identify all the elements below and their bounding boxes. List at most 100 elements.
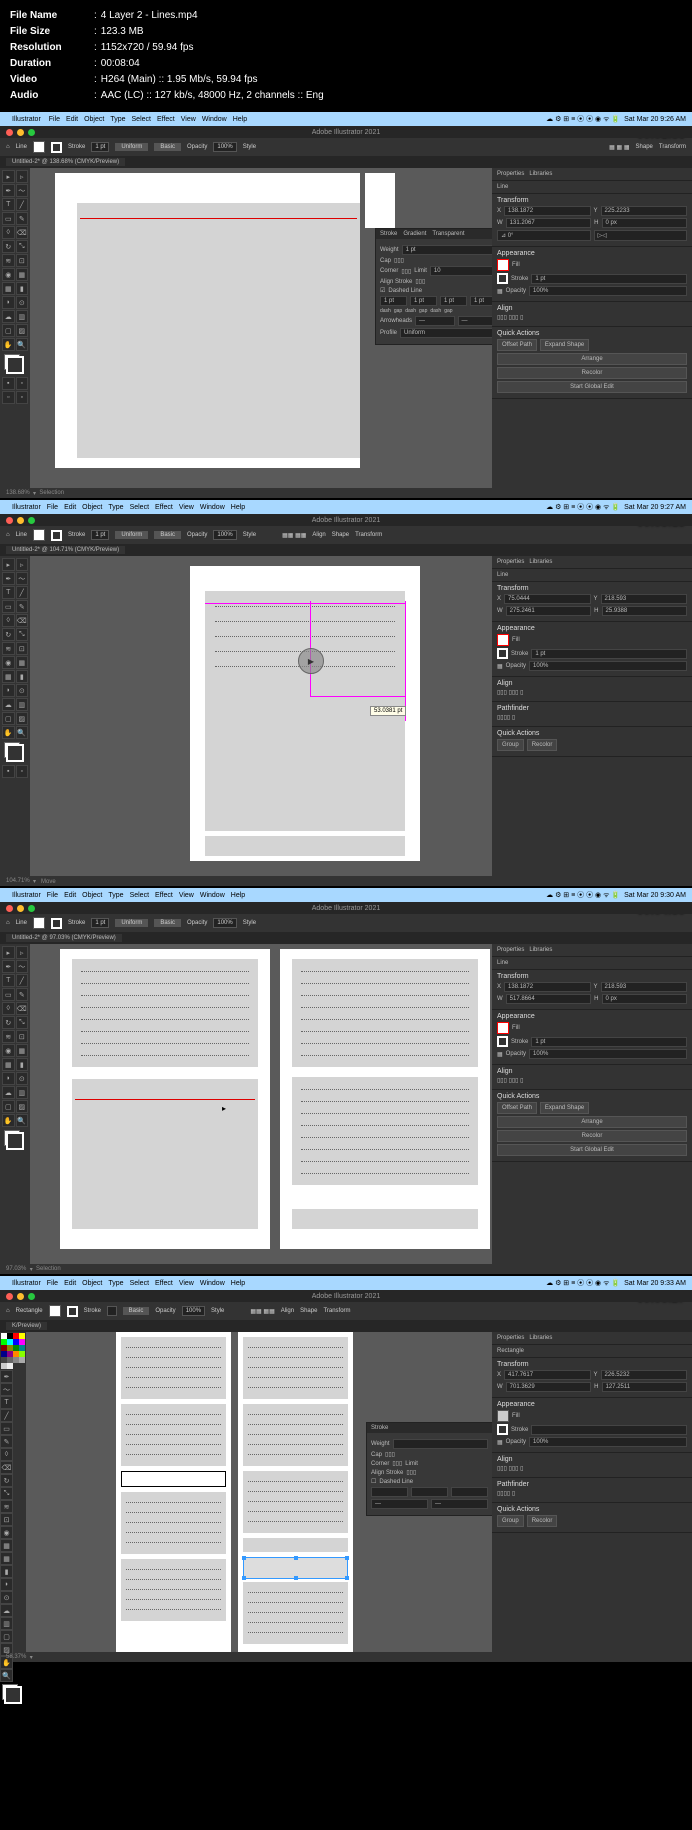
properties-panel[interactable]: Properties Libraries Line Transform X138… [492,168,692,488]
global-edit-button[interactable]: Start Global Edit [497,381,687,393]
canvas[interactable]: ▸ [30,944,492,1264]
mac-menubar[interactable]: Illustrator FileEditObjectTypeSelectEffe… [0,112,692,126]
swatch-palette[interactable] [0,1332,28,1370]
selected-line[interactable] [80,218,357,219]
toolbar-with-swatches[interactable]: ✒～ T╱ ▭✎ ◊⌫ ↻⤡ ≋⊡ ◉▦ ▦▮ ◗⊙ ☁▥ ▢▨ ✋🔍 [0,1332,26,1652]
scale-tool[interactable]: ⤡ [16,240,29,253]
selected-rect[interactable] [243,1557,348,1579]
offset-path-button[interactable]: Offset Path [497,339,537,351]
blend-tool[interactable]: ⊙ [16,296,29,309]
width-tool[interactable]: ≋ [2,254,15,267]
recolor-button[interactable]: Recolor [527,739,558,751]
slice-tool[interactable]: ▨ [16,324,29,337]
transparent-tab[interactable]: Transparent [432,231,464,237]
close-icon[interactable] [6,129,13,136]
canvas[interactable]: Stroke Weight Cap▯▯▯ Corner▯▯▯Limit Alig… [26,1332,492,1652]
free-transform-tool[interactable]: ⊡ [16,254,29,267]
properties-panel[interactable]: Properties Libraries Rectangle Transform… [492,1332,692,1652]
opacity-input[interactable]: 100% [213,142,236,152]
home-icon[interactable]: ⌂ [6,532,10,538]
stroke-tab[interactable]: Stroke [380,231,397,237]
expand-shape-button[interactable]: Expand Shape [540,339,589,351]
dashed-checkbox[interactable]: ☑ [380,287,385,294]
arrange-button[interactable]: Arrange [497,353,687,365]
shaper-tool[interactable]: ◊ [2,226,15,239]
home-icon[interactable]: ⌂ [6,1308,10,1314]
control-bar[interactable]: ⌂ Rectangle Stroke Basic Opacity100% Sty… [0,1302,692,1320]
fill-stroke-indicator[interactable] [4,354,24,374]
color-mode[interactable]: ▪ [2,377,15,390]
recolor-button[interactable]: Recolor [497,367,687,379]
minimize-icon[interactable] [17,517,24,524]
y-input[interactable]: 225.2233 [601,206,687,216]
stroke-panel[interactable]: Stroke Weight Cap▯▯▯ Corner▯▯▯Limit Alig… [366,1422,492,1516]
doc-tab[interactable]: Untitled-2* @ 97.03% (CMYK/Preview) [0,932,692,944]
shape-builder-tool[interactable]: ◉ [2,268,15,281]
direct-select-tool[interactable]: ▹ [16,170,29,183]
toolbar[interactable]: ▸▹ ✒～ T╱ ▭✎ ◊⌫ ↻⤡ ≋⊡ ◉▦ ▦▮ ◗⊙ ☁▥ ▢▨ ✋🔍 ▪… [0,556,30,876]
mac-menubar[interactable]: IllustratorFileEditObjectTypeSelectEffec… [0,500,692,514]
fill-swatch[interactable] [497,259,509,271]
doc-tab[interactable]: K/Preview) [0,1320,692,1332]
align-stroke-buttons[interactable]: ▯▯▯ [415,278,425,285]
maximize-icon[interactable] [28,517,35,524]
gradient-tab[interactable]: Gradient [403,231,426,237]
selected-line[interactable] [75,1099,255,1100]
artboard-tool[interactable]: ▢ [2,324,15,337]
canvas[interactable]: 53.0381 pt [30,556,492,876]
properties-panel[interactable]: Properties Libraries Line Transform X138… [492,944,692,1264]
app-menu[interactable]: IllustratorFileEditObjectTypeSelectEffec… [12,1280,251,1287]
align-buttons[interactable]: ▯▯▯ ▯▯▯ ▯ [497,314,687,321]
stroke-input[interactable]: 1 pt [91,142,109,152]
white-rect[interactable] [121,1471,226,1487]
stroke-swatch[interactable] [497,273,508,284]
group-button[interactable]: Group [497,739,524,751]
close-icon[interactable] [6,517,13,524]
app-menu[interactable]: Illustrator FileEditObjectTypeSelectEffe… [12,116,253,123]
fill-swatch[interactable] [33,141,45,153]
mac-menubar[interactable]: IllustratorFileEditObjectTypeSelectEffec… [0,888,692,902]
toolbar[interactable]: ▸▹ ✒～ T╱ ▭✎ ◊⌫ ↻⤡ ≋⊡ ◉▦ ▦▮ ◗⊙ ☁▥ ▢▨ ✋🔍 [0,944,30,1264]
x-input[interactable]: 138.1872 [504,206,590,216]
perspective-tool[interactable]: ▦ [16,268,29,281]
w-input[interactable]: 131.2067 [506,218,592,228]
properties-panel[interactable]: Properties Libraries Line Transform X75.… [492,556,692,876]
weight-input[interactable]: 1 pt [402,245,492,255]
canvas[interactable]: StrokeGradientTransparent Weight1 pt Cap… [30,168,492,488]
symbol-tool[interactable]: ☁ [2,310,15,323]
selection-tool[interactable]: ▸ [2,170,15,183]
cap-buttons[interactable]: ▯▯▯ [394,257,404,264]
rect-tool[interactable]: ▭ [2,212,15,225]
mesh-tool[interactable]: ▦ [2,282,15,295]
rotate-tool[interactable]: ↻ [2,240,15,253]
align-icons[interactable]: ▦ ▦ ▦ [609,144,629,151]
type-tool[interactable]: T [2,198,15,211]
properties-tab[interactable]: Properties [497,171,524,177]
control-bar[interactable]: ⌂ Line Stroke1 pt UniformBasic Opacity10… [0,914,692,932]
profile-select[interactable]: Uniform [400,328,492,338]
brush-dropdown[interactable]: Basic [154,143,181,151]
hand-tool[interactable]: ✋ [2,338,15,351]
brush-tool[interactable]: ✎ [16,212,29,225]
stroke-panel[interactable]: StrokeGradientTransparent Weight1 pt Cap… [375,228,492,345]
eyedropper-tool[interactable]: ◗ [2,296,15,309]
curvature-tool[interactable]: ～ [16,184,29,197]
line-tool[interactable]: ╱ [16,198,29,211]
app-menu[interactable]: IllustratorFileEditObjectTypeSelectEffec… [12,504,251,511]
app-menu[interactable]: IllustratorFileEditObjectTypeSelectEffec… [12,892,251,899]
profile-dropdown[interactable]: Uniform [115,143,148,151]
minimize-icon[interactable] [17,129,24,136]
stroke-swatch[interactable] [51,142,62,153]
pen-tool[interactable]: ✒ [2,184,15,197]
home-icon[interactable]: ⌂ [6,144,10,150]
doc-tab[interactable]: Untitled-2* @ 104.71% (CMYK/Preview) [0,544,692,556]
control-bar[interactable]: ⌂ Line Stroke1 pt Uniform Basic Opacity1… [0,138,692,156]
graph-tool[interactable]: ▥ [16,310,29,323]
gradient-tool[interactable]: ▮ [16,282,29,295]
toolbar[interactable]: ▸▹ ✒～ T╱ ▭✎ ◊⌫ ↻⤡ ≋⊡ ◉▦ ▦▮ ◗⊙ ☁▥ ▢▨ ✋🔍 ▪… [0,168,30,488]
corner-buttons[interactable]: ▯▯▯ [401,268,411,275]
control-bar[interactable]: ⌂ Line Stroke1 pt UniformBasic Opacity10… [0,526,692,544]
home-icon[interactable]: ⌂ [6,920,10,926]
h-input[interactable]: 0 px [602,218,688,228]
screen-mode[interactable]: ▫ [16,377,29,390]
